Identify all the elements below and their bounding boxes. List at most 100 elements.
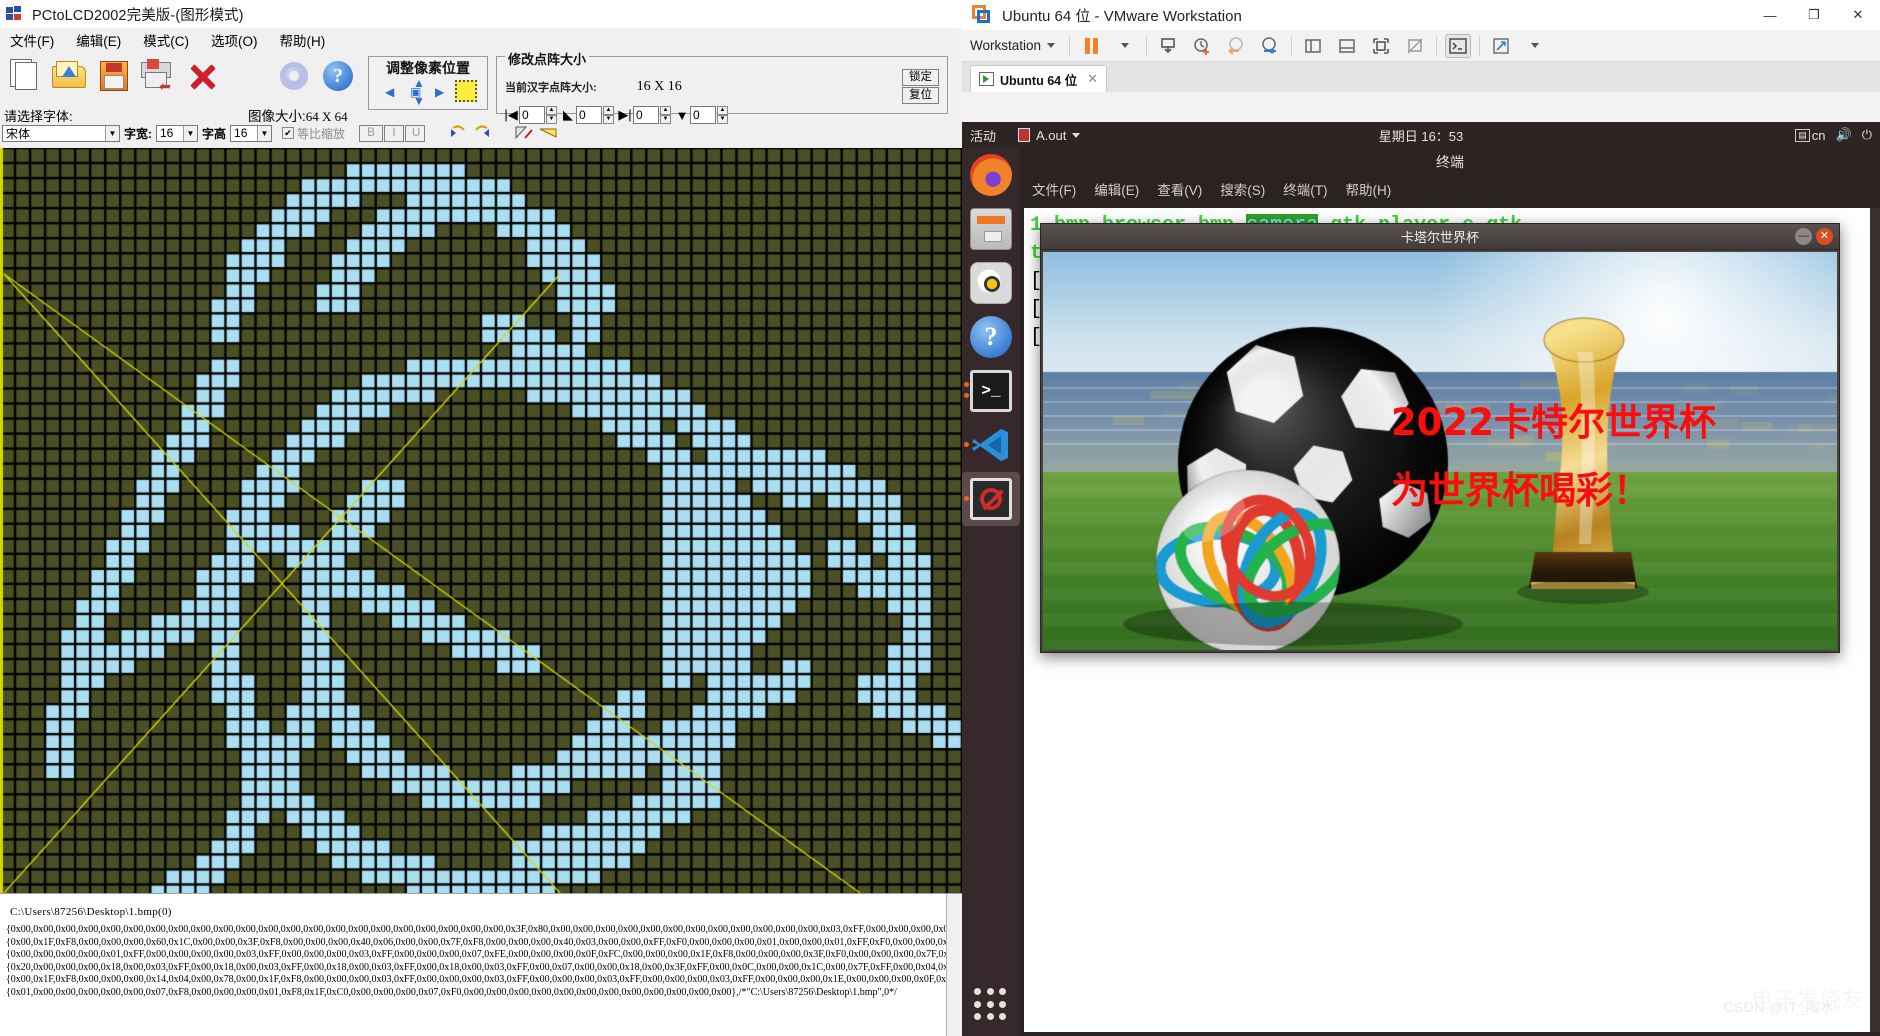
chevron-down-icon[interactable]: ▼ — [105, 126, 119, 141]
flip-vertical-icon[interactable] — [513, 124, 535, 142]
running-dot — [964, 442, 969, 447]
launcher-item-help[interactable]: ? — [962, 310, 1020, 364]
delete-icon[interactable] — [182, 56, 222, 96]
active-app-menu[interactable]: A.out — [1018, 128, 1080, 143]
chevron-down-icon[interactable] — [1047, 43, 1055, 48]
chevron-down-icon[interactable]: ▼ — [183, 126, 197, 141]
font-width-select[interactable]: 16 ▼ — [156, 125, 198, 142]
stretch-dropdown-icon[interactable] — [1522, 34, 1548, 58]
hex-scrollbar[interactable] — [946, 894, 962, 1036]
save-icon[interactable] — [94, 56, 134, 96]
move-left-icon[interactable]: ◀ — [385, 85, 394, 99]
font-width-value: 16 — [160, 126, 173, 140]
stretch-icon[interactable] — [1488, 34, 1514, 58]
italic-button[interactable]: I — [384, 125, 404, 142]
bold-button[interactable]: B — [359, 125, 383, 142]
vmware-tabbar: Ubuntu 64 位 ✕ — [962, 62, 1880, 92]
vm-tab-ubuntu[interactable]: Ubuntu 64 位 ✕ — [970, 65, 1107, 92]
launcher-item-terminal[interactable]: >_ — [962, 364, 1020, 418]
power-icon[interactable]: ⏻ — [1862, 127, 1872, 143]
snapshot-manager-icon[interactable] — [1257, 34, 1283, 58]
suspend-icon[interactable] — [1155, 34, 1181, 58]
rotate-right-icon[interactable] — [471, 124, 493, 142]
hex-line: {0x01,0x00,0x00,0x00,0x00,0x00,0x07,0xF8… — [6, 987, 962, 1000]
chevron-down-icon[interactable]: ▼ — [257, 126, 271, 141]
menu-mode[interactable]: 模式(C) — [143, 30, 189, 50]
font-family-select[interactable]: 宋体 ▼ — [2, 125, 120, 142]
move-right-icon[interactable]: ▶ — [435, 85, 444, 99]
minimize-button[interactable]: — — [1795, 228, 1812, 245]
toolbar-icon-group: ⬅ ? — [0, 52, 364, 96]
new-file-icon[interactable] — [6, 56, 46, 96]
terminal-scrollbar[interactable] — [1870, 208, 1880, 1032]
pause-vm-icon[interactable] — [1078, 34, 1104, 58]
workstation-menu-button[interactable]: Workstation — [970, 38, 1061, 53]
ubuntu-clock[interactable]: 星期日 16：53 — [1379, 126, 1464, 145]
launcher-item-a-out[interactable] — [962, 472, 1020, 526]
save-as-icon[interactable]: ⬅ — [138, 56, 178, 96]
chevron-down-icon[interactable] — [1072, 133, 1080, 138]
running-dot — [964, 496, 969, 501]
terminal-menu-search[interactable]: 搜索(S) — [1220, 179, 1265, 199]
close-button[interactable]: ✕ — [1816, 228, 1833, 245]
pctolcd-titlebar: PCtoLCD2002完美版-(图形模式) — [0, 0, 962, 28]
menu-help[interactable]: 帮助(H) — [280, 30, 326, 50]
menu-file[interactable]: 文件(F) — [10, 30, 54, 50]
font-family-value: 宋体 — [6, 125, 30, 142]
terminal-menu-help[interactable]: 帮助(H) — [1346, 179, 1392, 199]
a-out-icon — [970, 478, 1012, 520]
rotate-left-icon[interactable] — [447, 124, 469, 142]
menu-options[interactable]: 选项(O) — [211, 30, 258, 50]
menu-edit[interactable]: 编辑(E) — [76, 30, 121, 50]
console-view-icon[interactable] — [1445, 34, 1471, 58]
terminal-menu-edit[interactable]: 编辑(E) — [1094, 179, 1139, 199]
gear-icon[interactable] — [274, 56, 314, 96]
maximize-button[interactable]: ❐ — [1792, 0, 1836, 30]
terminal-menu-view[interactable]: 查看(V) — [1157, 179, 1202, 199]
terminal-menu-terminal[interactable]: 终端(T) — [1283, 179, 1327, 199]
lock-reset-buttons: 锁定 复位 — [902, 69, 939, 104]
pause-dropdown-icon[interactable] — [1112, 34, 1138, 58]
fullscreen-icon[interactable] — [1368, 34, 1394, 58]
lock-button[interactable]: 锁定 — [902, 69, 939, 86]
snapshot-take-icon[interactable] — [1189, 34, 1215, 58]
snapshot-revert-icon[interactable] — [1223, 34, 1249, 58]
pctolcd-window: PCtoLCD2002完美版-(图形模式) 文件(F) 编辑(E) 模式(C) … — [0, 0, 962, 1036]
minimize-button[interactable]: — — [1748, 0, 1792, 30]
help-icon: ? — [970, 316, 1012, 358]
hex-line: {0x00,0x1F,0xF8,0x00,0x00,0x00,0x14,0x04… — [6, 974, 962, 987]
close-button[interactable]: ✕ — [1836, 0, 1880, 30]
activities-button[interactable]: 活动 — [970, 126, 996, 145]
hex-output-text[interactable]: {0x00,0x00,0x00,0x00,0x00,0x00,0x00,0x00… — [0, 922, 962, 999]
underline-button[interactable]: U — [405, 125, 425, 142]
running-dot — [964, 393, 969, 398]
font-height-select[interactable]: 16 ▼ — [230, 125, 272, 142]
help-icon[interactable]: ? — [318, 56, 358, 96]
unity-mode-icon[interactable] — [1402, 34, 1428, 58]
launcher-item-firefox[interactable] — [962, 148, 1020, 202]
worldcup-titlebar: 卡塔尔世界杯 — ✕ — [1041, 224, 1839, 250]
selection-square-icon[interactable] — [455, 80, 477, 102]
checkbox-box[interactable]: ✔ — [282, 127, 294, 139]
dot-matrix-canvas[interactable] — [0, 148, 962, 893]
open-folder-icon[interactable] — [50, 56, 90, 96]
keep-aspect-checkbox[interactable]: ✔ 等比缩放 — [282, 125, 345, 142]
hex-line: {0x00,0x1F,0xF8,0x00,0x00,0x00,0x60,0x1C… — [6, 937, 962, 950]
terminal-menu-file[interactable]: 文件(F) — [1032, 179, 1076, 199]
divider — [1436, 36, 1437, 56]
volume-icon[interactable]: 🔊 — [1836, 127, 1852, 143]
show-thumbnail-icon[interactable] — [1334, 34, 1360, 58]
keyboard-layout-icon[interactable]: ▤ cn — [1795, 128, 1825, 143]
show-library-icon[interactable] — [1300, 34, 1326, 58]
reset-button[interactable]: 复位 — [902, 87, 939, 104]
show-applications-icon[interactable] — [974, 988, 1008, 1022]
launcher-item-vscode[interactable] — [962, 418, 1020, 472]
hex-line: {0x00,0x00,0x00,0x00,0x01,0xFF,0x00,0x00… — [6, 949, 962, 962]
launcher-item-rhythmbox[interactable] — [962, 256, 1020, 310]
launcher-item-files[interactable] — [962, 202, 1020, 256]
divider — [1146, 36, 1147, 56]
flip-horizontal-icon[interactable] — [537, 124, 559, 142]
move-center-icon[interactable]: ▣ — [410, 85, 421, 99]
watermark-sub: 电子发烧友 — [1751, 982, 1864, 1014]
close-icon[interactable]: ✕ — [1087, 71, 1098, 87]
